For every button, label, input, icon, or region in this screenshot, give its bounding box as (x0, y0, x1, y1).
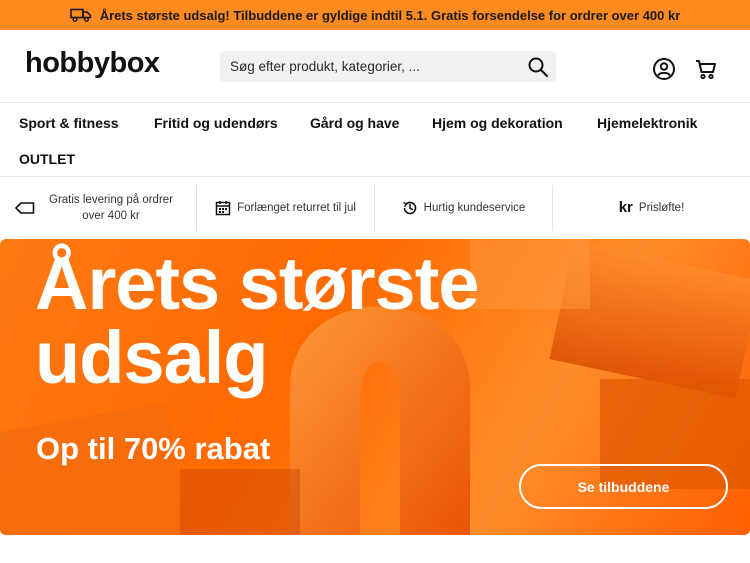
clock-icon (402, 201, 416, 215)
usp-service: Hurtig kundeservice (375, 185, 553, 231)
category-nav: Sport & fitness Fritid og udendørs Gård … (0, 103, 750, 177)
nav-item-gaard-have[interactable]: Gård og have (310, 115, 399, 131)
usp-return-text: Forlænget returret til jul (237, 202, 356, 214)
search-input[interactable] (220, 51, 526, 82)
usp-return: Forlænget returret til jul (197, 185, 375, 231)
logo[interactable]: hobbybox (25, 47, 160, 80)
hero-title: Årets største udsalg (35, 242, 480, 399)
search-icon[interactable] (526, 55, 550, 79)
announcement-text: Årets største udsalg! Tilbuddene er gyld… (99, 7, 681, 23)
truck-icon (69, 8, 91, 22)
tag-icon (15, 202, 35, 214)
account-icon[interactable] (652, 57, 676, 81)
announcement-bar: Årets største udsalg! Tilbuddene er gyld… (0, 0, 750, 30)
usp-bar: Gratis levering på ordrer over 400 kr Fo… (0, 178, 750, 238)
hero-subtitle: Op til 70% rabat (36, 431, 271, 466)
nav-item-fritid-udendoers[interactable]: Fritid og udendørs (154, 115, 278, 131)
kr-icon: kr (618, 199, 633, 216)
usp-price-promise-text: Prisløfte! (638, 202, 685, 214)
nav-item-hjemelektronik[interactable]: Hjemelektronik (597, 115, 697, 131)
site-header: hobbybox (0, 30, 750, 103)
hero-banner[interactable]: Årets største udsalg Op til 70% rabat Se… (0, 239, 750, 535)
search-bar (220, 51, 556, 82)
nav-item-hjem-dekoration[interactable]: Hjem og dekoration (432, 115, 563, 131)
usp-price-promise: kr Prisløfte! (553, 185, 750, 231)
usp-service-text: Hurtig kundeservice (423, 202, 526, 214)
calendar-icon (215, 201, 231, 216)
see-offers-button[interactable]: Se tilbuddene (519, 464, 728, 509)
nav-item-outlet[interactable]: OUTLET (19, 151, 75, 167)
cart-icon[interactable] (694, 57, 718, 81)
usp-free-delivery-text: Gratis levering på ordrer over 400 kr (49, 194, 173, 222)
nav-item-sport-fitness[interactable]: Sport & fitness (19, 115, 119, 131)
usp-free-delivery: Gratis levering på ordrer over 400 kr (0, 185, 197, 231)
